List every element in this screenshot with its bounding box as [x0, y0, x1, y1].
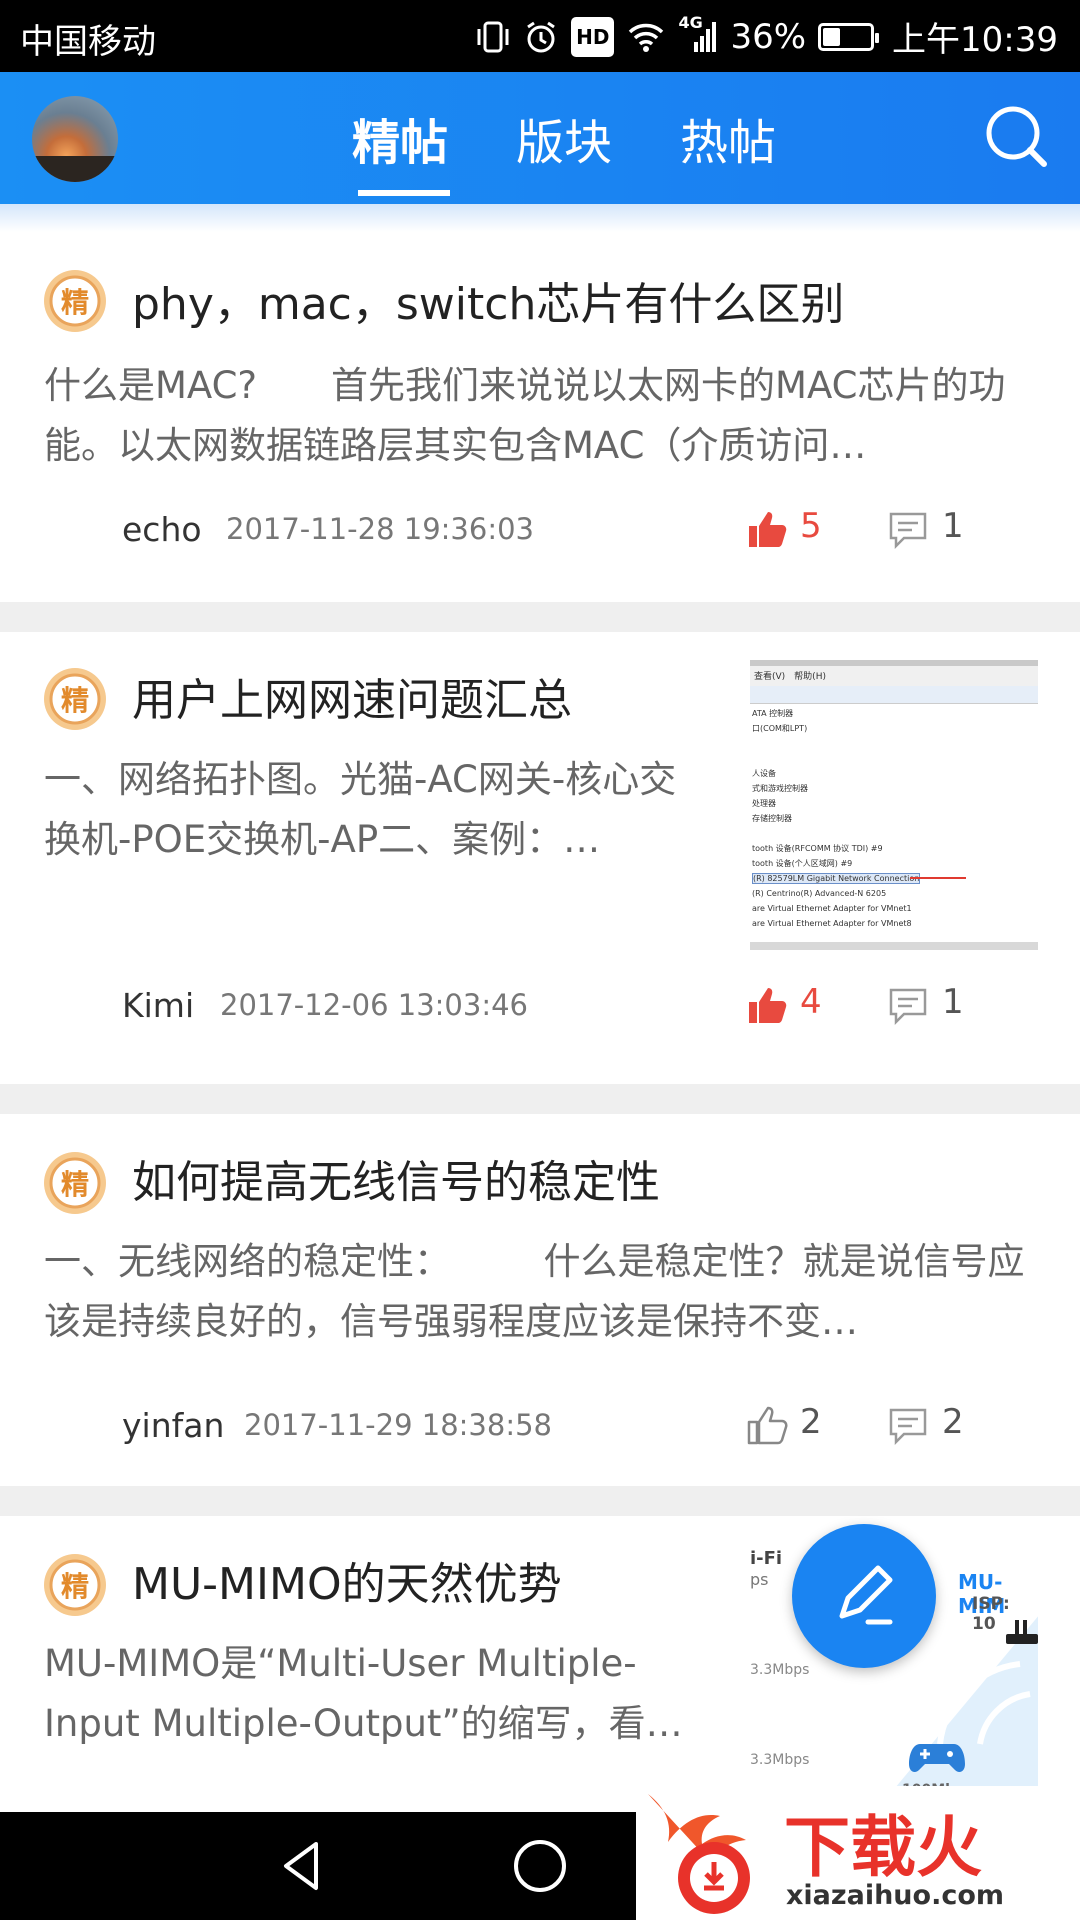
comment-count: 1: [942, 982, 964, 1022]
post-excerpt: 什么是MAC? 首先我们来说说以太网卡的MAC芯片的功能。以太网数据链路层其实包…: [44, 364, 1006, 467]
back-icon[interactable]: [272, 1836, 332, 1896]
thumb-rate-label: 3.3Mbps: [750, 1662, 810, 1678]
alarm-icon: [523, 17, 559, 57]
wifi-icon: [626, 17, 666, 57]
thumb-line-label: (R) 82579LM Gigabit Network Connection: [752, 873, 921, 884]
thumb-device-list: ATA 控制器 口(COM和LPT) 人设备 式和游戏控制器 处理器 存储控制器…: [750, 704, 1038, 931]
thumb-line: 人设备: [752, 769, 776, 778]
thumb-line: [752, 826, 1038, 841]
red-arrow-icon: [910, 877, 966, 879]
thumb-rate-label: 3.3Mbps: [750, 1752, 810, 1768]
svg-text:精: 精: [61, 286, 89, 319]
user-avatar[interactable]: [32, 96, 118, 182]
svg-text:精: 精: [61, 1168, 89, 1201]
post-excerpt: 一、无线网络的稳定性： 什么是稳定性？就是说信号应该是持续良好的，信号强弱程度应…: [44, 1240, 1025, 1343]
thumbs-up-icon[interactable]: [746, 1404, 788, 1446]
featured-badge-icon: 精: [44, 1152, 106, 1214]
search-icon[interactable]: [982, 102, 1052, 172]
thumb-line: are Virtual Ethernet Adapter for VMnet8: [752, 919, 912, 928]
router-icon: [1006, 1620, 1038, 1644]
status-bar: 中国移动 HD 4G 36% 上午10:39: [0, 0, 1080, 72]
compose-button[interactable]: [792, 1524, 936, 1668]
watermark-logo-icon: [648, 1794, 750, 1914]
thumbs-up-icon[interactable]: [746, 984, 788, 1026]
post-title[interactable]: 用户上网网速问题汇总: [132, 664, 572, 728]
like-count: 2: [800, 1402, 822, 1442]
post-author[interactable]: yinfan: [122, 1406, 224, 1445]
comment-count: 1: [942, 506, 964, 546]
svg-text:精: 精: [61, 1570, 89, 1603]
post-excerpt: 一、网络拓扑图。光猫-AC网关-核心交换机-POE交换机-AP二、案例：…: [44, 758, 677, 861]
tab-hot[interactable]: 热帖: [668, 72, 788, 204]
thumbs-up-icon[interactable]: [746, 508, 788, 550]
thumb-line: 口(COM和LPT): [752, 724, 808, 733]
comment-icon[interactable]: [888, 986, 928, 1026]
comment-icon[interactable]: [888, 510, 928, 550]
comment-icon[interactable]: [888, 1406, 928, 1446]
featured-badge-icon: 精: [44, 668, 106, 730]
featured-badge-icon: 精: [44, 270, 106, 332]
signal-icon: 4G: [678, 13, 718, 57]
post-author[interactable]: echo: [122, 510, 202, 549]
svg-text:精: 精: [61, 684, 89, 717]
thumb-line: 存储控制器: [752, 814, 792, 823]
gamepad-icon: [909, 1744, 965, 1772]
home-icon[interactable]: [510, 1836, 570, 1896]
post-card[interactable]: 精 用户上网网速问题汇总 一、网络拓扑图。光猫-AC网关-核心交换机-POE交换…: [0, 632, 1080, 1084]
post-title[interactable]: MU-MIMO的天然优势: [132, 1548, 562, 1612]
battery-fill: [823, 27, 841, 46]
network-type-label: 4G: [678, 12, 703, 32]
watermark-text: 下载火: [784, 1809, 982, 1886]
status-icons: HD 4G 36% 上午10:39: [475, 12, 1058, 61]
vibrate-icon: [475, 17, 511, 57]
comment-count: 2: [942, 1402, 964, 1442]
clock: 上午10:39: [892, 20, 1058, 60]
thumb-line-selected: (R) 82579LM Gigabit Network Connection: [752, 871, 1038, 886]
thumb-line: 式和游戏控制器: [752, 784, 808, 793]
post-excerpt: MU-MIMO是“Multi-User Multiple-Input Multi…: [44, 1642, 683, 1745]
post-author[interactable]: Kimi: [122, 986, 194, 1025]
like-count: 5: [800, 506, 822, 546]
thumb-line: are Virtual Ethernet Adapter for VMnet1: [752, 904, 912, 913]
thumb-line: tooth 设备(RFCOMM 协议 TDI) #9: [752, 844, 883, 853]
post-time: 2017-12-06 13:03:46: [220, 988, 528, 1022]
post-card[interactable]: 精 phy，mac，switch芯片有什么区别 什么是MAC? 首先我们来说说以…: [0, 232, 1080, 602]
thumb-line: 处理器: [752, 799, 776, 808]
hd-icon: HD: [571, 16, 615, 57]
thumb-line: (R) Centrino(R) Advanced-N 6205: [752, 889, 887, 898]
post-title[interactable]: 如何提高无线信号的稳定性: [132, 1146, 660, 1210]
thumb-line: ATA 控制器: [752, 709, 794, 718]
carrier-label: 中国移动: [20, 22, 156, 62]
battery-icon: [818, 22, 880, 51]
thumb-bps-label: ps: [750, 1570, 769, 1589]
tab-featured[interactable]: 精帖: [340, 72, 460, 204]
thumb-line: [752, 736, 1038, 766]
post-title[interactable]: phy，mac，switch芯片有什么区别: [132, 268, 844, 332]
watermark-url: xiazaihuo.com: [786, 1880, 1005, 1911]
thumb-wifi-label: i-Fi: [750, 1548, 783, 1569]
thumb-menu: 查看(V) 帮助(H): [750, 666, 1038, 686]
post-time: 2017-11-29 18:38:58: [244, 1408, 552, 1442]
like-count: 4: [800, 982, 822, 1022]
tab-boards[interactable]: 版块: [504, 72, 624, 204]
header-shadow: [0, 204, 1080, 232]
watermark: 下载火 xiazaihuo.com: [636, 1786, 1080, 1920]
pencil-icon: [839, 1565, 893, 1625]
post-time: 2017-11-28 19:36:03: [226, 512, 534, 546]
tab-bar: 精帖 版块 热帖: [340, 72, 788, 204]
post-thumbnail[interactable]: 查看(V) 帮助(H) ATA 控制器 口(COM和LPT) 人设备 式和游戏控…: [750, 660, 1038, 950]
post-card[interactable]: 精 如何提高无线信号的稳定性 一、无线网络的稳定性： 什么是稳定性？就是说信号应…: [0, 1114, 1080, 1486]
featured-badge-icon: 精: [44, 1554, 106, 1616]
thumb-toolbar: [750, 686, 1038, 704]
thumb-line: tooth 设备(个人区域网) #9: [752, 859, 853, 868]
battery-percent: 36%: [730, 16, 807, 57]
app-header: 精帖 版块 热帖: [0, 72, 1080, 204]
